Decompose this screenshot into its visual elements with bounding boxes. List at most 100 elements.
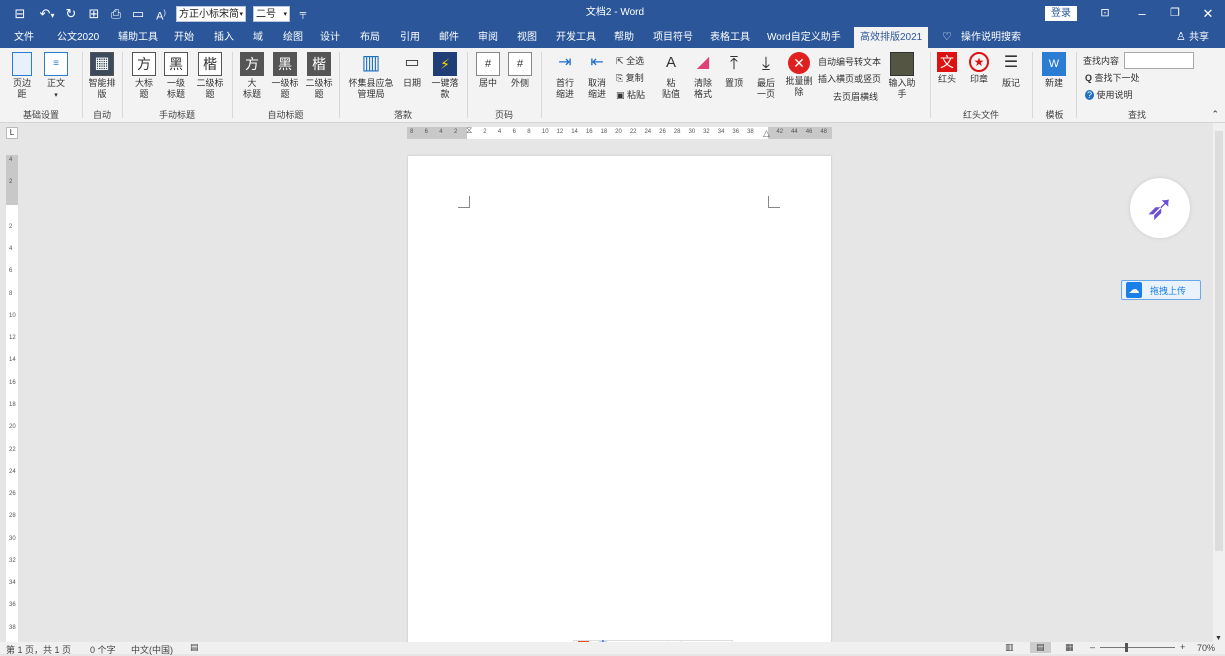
tab-mailings[interactable]: 邮件 bbox=[439, 27, 459, 48]
redo-icon[interactable]: ↻ bbox=[63, 5, 79, 22]
read-mode-icon[interactable]: ▥ bbox=[1005, 642, 1014, 653]
font-size-icon[interactable]: A) bbox=[153, 5, 169, 23]
font-size-dropdown[interactable]: 二号 ▾ bbox=[253, 6, 290, 22]
tab-layout[interactable]: 布局 bbox=[360, 27, 380, 48]
vertical-scrollbar[interactable]: ▼ bbox=[1213, 123, 1225, 643]
zoom-slider[interactable] bbox=[1100, 647, 1175, 648]
find-content-input[interactable] bbox=[1124, 52, 1194, 69]
tab-developer[interactable]: 开发工具 bbox=[556, 27, 596, 48]
red-header-button[interactable]: 文 红头 bbox=[933, 52, 961, 85]
select-all-button[interactable]: ⇱ 全选 bbox=[616, 55, 644, 67]
tab-file[interactable]: 文件 bbox=[14, 27, 34, 48]
web-layout-icon[interactable]: ▦ bbox=[1065, 642, 1074, 653]
save-as-icon[interactable]: ⊞ bbox=[86, 5, 102, 22]
clipboard-icon[interactable]: ▭ bbox=[130, 5, 146, 22]
input-assistant-button[interactable]: 输入助 手 bbox=[885, 52, 919, 100]
tab-help[interactable]: 帮助 bbox=[614, 27, 634, 48]
batch-delete-button[interactable]: ✕ 批量删 除 bbox=[782, 52, 816, 98]
page-center-button[interactable]: # 居中 bbox=[474, 52, 502, 89]
level1-title-button[interactable]: 黑 一级 标题 bbox=[161, 52, 191, 100]
edition-note-button[interactable]: ☰ 版记 bbox=[997, 52, 1025, 89]
tab-insert[interactable]: 插入 bbox=[214, 27, 234, 48]
scroll-thumb[interactable] bbox=[1215, 131, 1223, 551]
seal-button[interactable]: ★ 印章 bbox=[965, 52, 993, 85]
ribbon-display-icon[interactable]: ⊡ bbox=[1098, 5, 1112, 22]
tab-review[interactable]: 审阅 bbox=[478, 27, 498, 48]
collapse-ribbon-icon[interactable]: ⌃ bbox=[1211, 109, 1219, 120]
tab-bullets[interactable]: 项目符号 bbox=[653, 27, 693, 48]
page-number-icon: # bbox=[476, 52, 500, 76]
one-click-signature-button[interactable]: ⚡ 一键落 款 bbox=[428, 52, 462, 100]
print-preview-icon[interactable]: ⎙ bbox=[108, 5, 124, 22]
tab-gongwen2020[interactable]: 公文2020 bbox=[57, 27, 99, 48]
word-count[interactable]: 0 个字 bbox=[90, 643, 116, 656]
zoom-out-icon[interactable]: – bbox=[1090, 642, 1095, 652]
tab-aux-tools[interactable]: 辅助工具 bbox=[118, 27, 158, 48]
cancel-indent-button[interactable]: ⇤ 取消 缩进 bbox=[582, 52, 612, 100]
print-layout-icon[interactable]: ▤ bbox=[1030, 642, 1051, 653]
tell-me-search[interactable]: 操作说明搜索 bbox=[961, 27, 1021, 48]
scroll-down-arrow-icon[interactable]: ▼ bbox=[1215, 635, 1222, 642]
page-outside-button[interactable]: # 外侧 bbox=[506, 52, 534, 89]
auto-number-to-text-button[interactable]: 自动编号转文本 bbox=[818, 56, 881, 68]
document-page[interactable] bbox=[408, 156, 831, 646]
tab-home[interactable]: 开始 bbox=[174, 27, 194, 48]
clear-format-button[interactable]: ◢ 清除 格式 bbox=[688, 52, 718, 100]
copy-button[interactable]: ⎘ 复制 bbox=[616, 72, 644, 84]
first-line-indent-button[interactable]: ⇥ 首行 缩进 bbox=[550, 52, 580, 100]
tab-table-tools[interactable]: 表格工具 bbox=[710, 27, 750, 48]
margins-button[interactable]: 页边 距 bbox=[6, 52, 38, 100]
drag-upload-button[interactable]: ☁ 拖拽上传 bbox=[1121, 280, 1201, 300]
zoom-slider-thumb[interactable] bbox=[1125, 643, 1128, 652]
paste-button[interactable]: ▣ 粘贴 bbox=[616, 89, 645, 101]
auto-big-title-button[interactable]: 方 大 标题 bbox=[237, 52, 267, 100]
restore-icon[interactable]: ❐ bbox=[1168, 5, 1182, 22]
paste-values-button[interactable]: A 粘 贴值 bbox=[656, 52, 686, 100]
minimize-icon[interactable]: – bbox=[1135, 5, 1149, 22]
save-icon[interactable]: ⊟ bbox=[12, 5, 28, 22]
date-button[interactable]: ▭ 日期 bbox=[398, 52, 426, 89]
zoom-in-icon[interactable]: + bbox=[1180, 642, 1185, 652]
ruler-corner-tab-icon[interactable]: L bbox=[6, 127, 18, 139]
ruler-tick-label: 36 bbox=[732, 129, 740, 135]
smart-layout-button[interactable]: ▦ 智能排 版 bbox=[85, 52, 119, 100]
insert-landscape-page-button[interactable]: 插入横页或竖页 bbox=[818, 73, 881, 85]
font-name-dropdown[interactable]: 方正小标宋简 ▾ bbox=[176, 6, 246, 22]
language[interactable]: 中文(中国) bbox=[131, 643, 173, 656]
group-auto: ▦ 智能排 版 自动 bbox=[83, 48, 121, 123]
bird-logo-icon[interactable]: ➶ bbox=[1130, 178, 1190, 238]
body-text-button[interactable]: ≡ 正文 ▾ bbox=[40, 52, 72, 101]
auto-level1-title-button[interactable]: 黑 一级标 题 bbox=[269, 52, 301, 100]
share-button[interactable]: 共享 bbox=[1189, 27, 1209, 48]
new-button[interactable]: W 新建 bbox=[1039, 52, 1069, 89]
login-button[interactable]: 登录 bbox=[1045, 6, 1077, 21]
find-next-button[interactable]: Q 查找下一处 bbox=[1085, 72, 1140, 84]
auto-level1-title-label: 一级标 题 bbox=[271, 78, 299, 99]
help-button[interactable]: ? 使用说明 bbox=[1085, 89, 1133, 101]
tab-field[interactable]: 域 bbox=[253, 27, 263, 48]
go-top-button[interactable]: ⤒ 置顶 bbox=[720, 52, 748, 89]
tab-word-custom-assistant[interactable]: Word自定义助手 bbox=[767, 27, 841, 48]
remove-header-line-button[interactable]: 去页眉横线 bbox=[833, 91, 878, 103]
tab-design[interactable]: 设计 bbox=[320, 27, 340, 48]
indent-marker-icon[interactable]: ⧖ bbox=[466, 125, 472, 136]
big-title-button[interactable]: 方 大标 题 bbox=[129, 52, 159, 100]
customize-toolbar-icon[interactable]: ╤ bbox=[297, 5, 309, 22]
tab-draw[interactable]: 绘图 bbox=[283, 27, 303, 48]
star-icon: ★ bbox=[969, 52, 989, 72]
last-page-button[interactable]: ⤓ 最后 一页 bbox=[752, 52, 780, 100]
select-all-label: 全选 bbox=[626, 56, 645, 66]
close-icon[interactable]: ✕ bbox=[1201, 5, 1215, 22]
tab-view[interactable]: 视图 bbox=[517, 27, 537, 48]
page-count[interactable]: 第 1 页，共 1 页 bbox=[6, 643, 71, 656]
auto-level2-title-button[interactable]: 楷 二级标 题 bbox=[303, 52, 335, 100]
ruler-tick-label: 10 bbox=[541, 129, 549, 135]
undo-icon[interactable]: ↶▾ bbox=[36, 5, 58, 22]
level2-title-button[interactable]: 楷 二级标 题 bbox=[193, 52, 227, 100]
org-signature-button[interactable]: ▥ 怀集县应急 管理局 bbox=[344, 52, 398, 100]
tab-efficient-layout-2021[interactable]: 高效排版2021 bbox=[854, 27, 929, 48]
right-indent-marker-icon[interactable]: △ bbox=[763, 128, 770, 139]
tab-references[interactable]: 引用 bbox=[400, 27, 420, 48]
zoom-level[interactable]: 70% bbox=[1197, 643, 1215, 653]
macro-icon[interactable]: ▤ bbox=[190, 642, 199, 653]
